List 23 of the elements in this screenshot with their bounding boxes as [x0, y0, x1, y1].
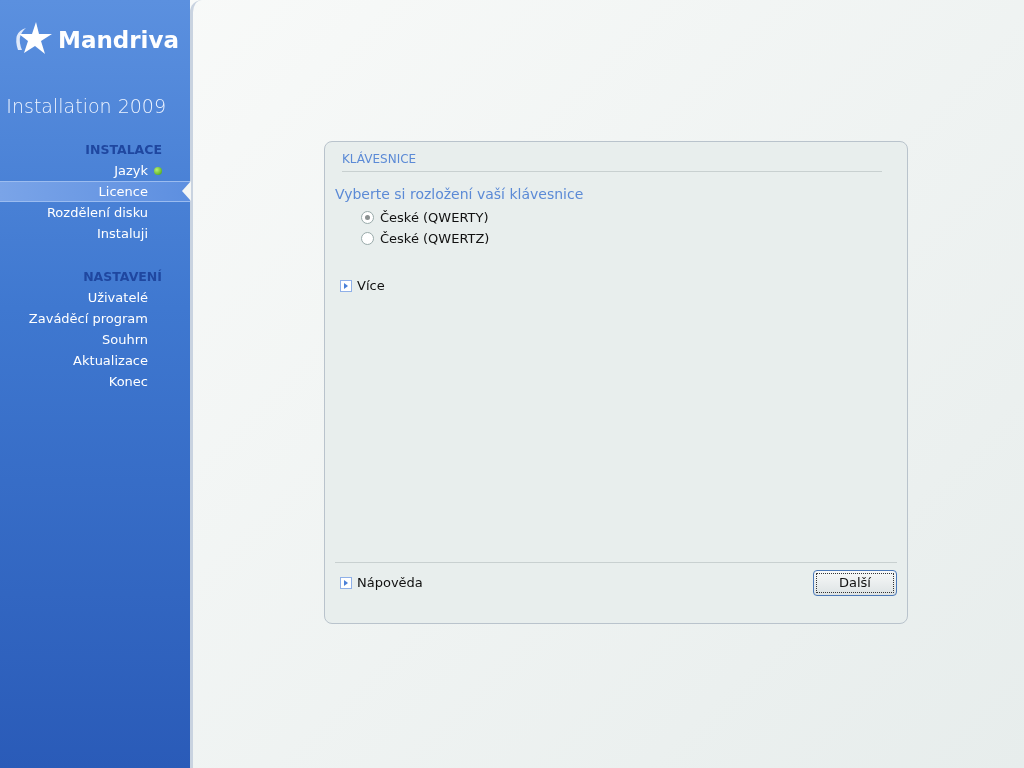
- prompt-text: Vyberte si rozložení vaší klávesnice: [335, 186, 585, 202]
- dialog-title: KLÁVESNICE: [342, 152, 882, 172]
- expand-icon[interactable]: [340, 576, 352, 589]
- installation-title: Installation 2009: [5, 95, 166, 117]
- section-heading: INSTALACE: [84, 141, 163, 159]
- radio-button[interactable]: [361, 211, 374, 224]
- option-label[interactable]: České (QWERTZ): [380, 231, 490, 246]
- next-button[interactable]: Další: [813, 569, 897, 596]
- step-item[interactable]: Licence: [0, 181, 190, 202]
- step-item[interactable]: Souhrn: [0, 329, 190, 350]
- radio-button[interactable]: [361, 232, 374, 245]
- step-item[interactable]: Konec: [0, 371, 190, 392]
- step-item[interactable]: Zaváděcí program: [0, 308, 190, 329]
- expand-icon[interactable]: [340, 279, 352, 292]
- step-item[interactable]: Rozdělení disku: [0, 202, 190, 223]
- step-item[interactable]: Aktualizace: [0, 350, 190, 371]
- help-toggle[interactable]: Nápověda: [357, 575, 423, 590]
- step-item[interactable]: Instaluji: [0, 223, 190, 244]
- step-item[interactable]: Jazyk: [0, 160, 190, 181]
- more-toggle[interactable]: Více: [357, 278, 385, 293]
- option-label[interactable]: České (QWERTY): [380, 210, 489, 225]
- logo-text: Mandriva: [58, 27, 179, 53]
- step-item[interactable]: Uživatelé: [0, 287, 190, 308]
